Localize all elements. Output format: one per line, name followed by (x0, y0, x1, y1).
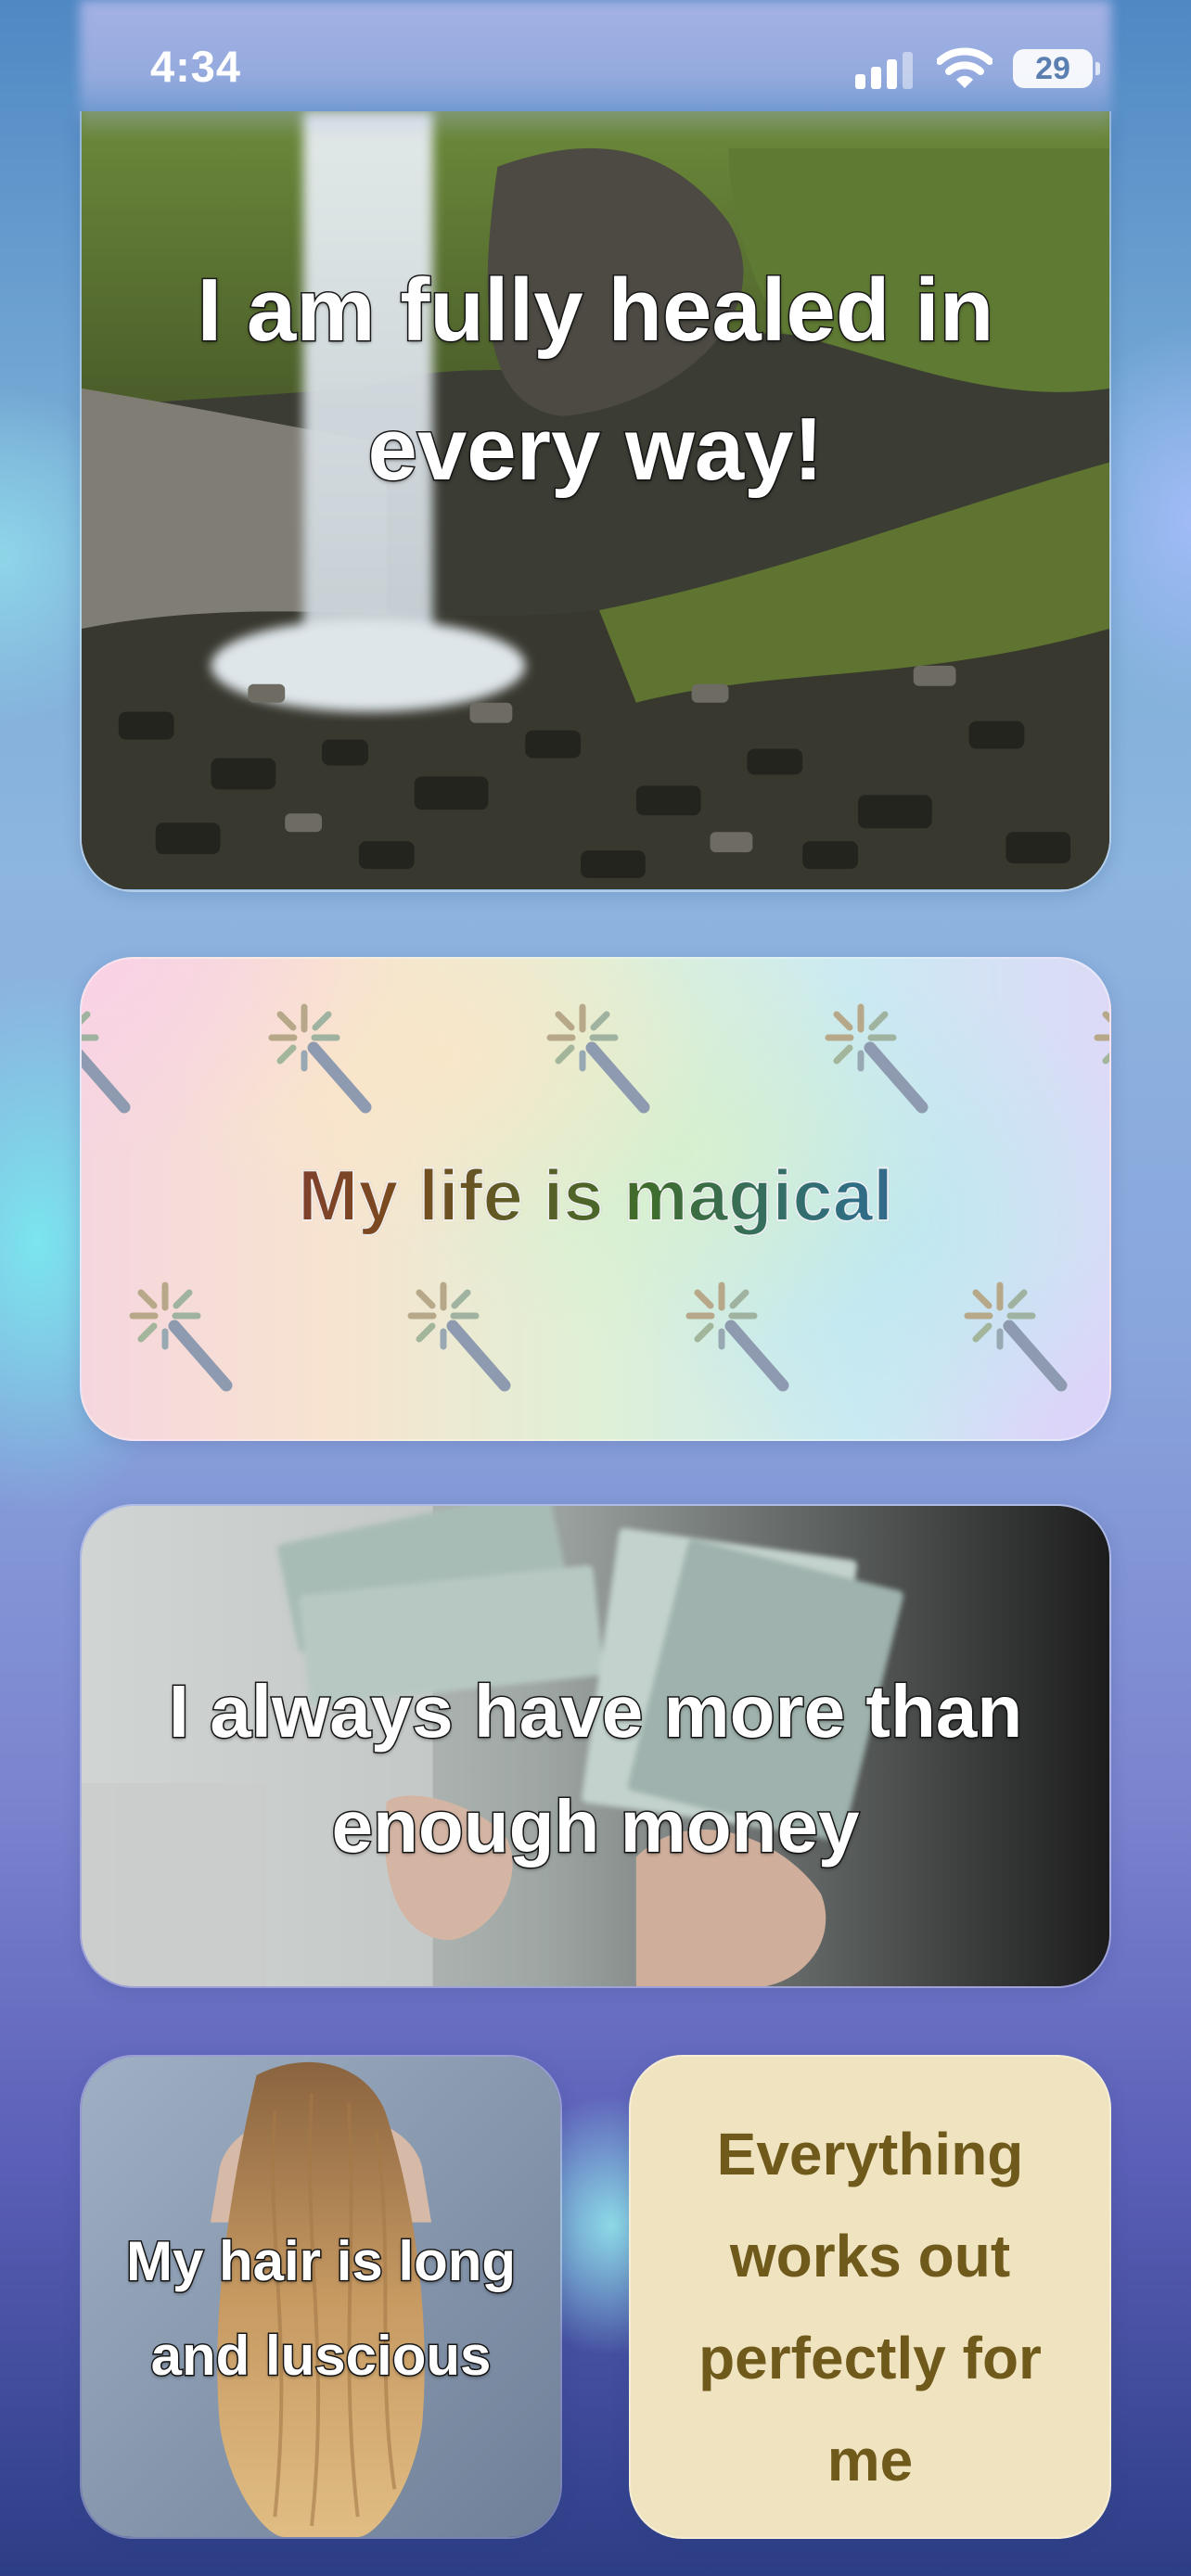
affirmation-widget-magical[interactable]: My life is magical (80, 957, 1111, 1441)
wifi-icon (937, 47, 992, 88)
battery-icon: 29 (1013, 49, 1100, 88)
magic-wand-icon (268, 1003, 372, 1114)
affirmation-text: I am fully healed in every way! (196, 260, 995, 501)
affirmation-widget-healed[interactable]: I am fully healed in every way! (80, 111, 1111, 892)
magic-wand-icon (546, 1003, 650, 1114)
battery-level: 29 (1035, 51, 1070, 86)
affirmation-widget-hair[interactable]: My hair is long and luscious (80, 2055, 562, 2539)
affirmation-text: Everything works out perfectly for me (698, 2121, 1042, 2493)
magic-wand-icon (129, 1282, 233, 1392)
affirmation-text: My hair is long and luscious (124, 2229, 517, 2389)
affirmation-text: My life is magical (82, 1154, 1109, 1238)
status-time: 4:34 (150, 42, 242, 91)
magic-wand-icon (964, 1282, 1068, 1392)
affirmation-widget-everything[interactable]: Everything works out perfectly for me (629, 2055, 1111, 2539)
status-bar: 4:34 29 (0, 0, 1191, 139)
magic-wand-icon (825, 1003, 928, 1114)
magic-wand-icon (407, 1282, 511, 1392)
magic-wand-icon (1094, 1011, 1109, 1065)
magic-wand-icon (82, 1011, 131, 1114)
signal-icon (855, 52, 913, 89)
affirmation-widget-money[interactable]: I always have more than enough money (80, 1504, 1111, 1988)
affirmation-text: I always have more than enough money (167, 1669, 1023, 1869)
magic-wand-icon (685, 1282, 789, 1392)
